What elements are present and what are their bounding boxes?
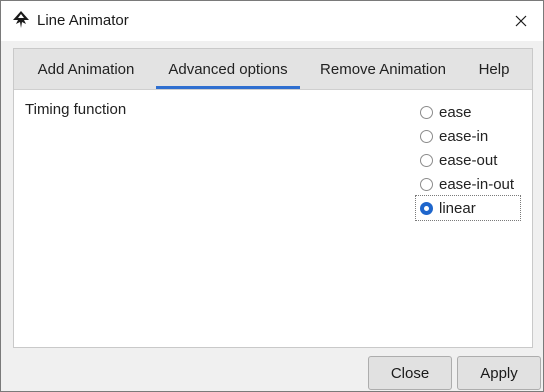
radio-circle — [420, 153, 433, 167]
apply-button[interactable]: Apply — [457, 356, 541, 390]
radio-label: ease-in — [439, 127, 489, 145]
dialog-window: Line Animator Add Animation Advanced opt… — [0, 0, 544, 392]
tab-add-animation[interactable]: Add Animation — [26, 49, 146, 89]
close-icon[interactable] — [499, 1, 543, 41]
radio-ease-in[interactable]: ease-in — [420, 125, 524, 147]
radio-ease[interactable]: ease — [420, 101, 524, 123]
inkscape-icon — [11, 10, 31, 30]
tab-advanced-options[interactable]: Advanced options — [156, 49, 300, 89]
timing-function-label: Timing function — [25, 101, 127, 118]
radio-circle — [420, 105, 433, 119]
radio-ease-in-out[interactable]: ease-in-out — [420, 173, 524, 195]
radio-circle — [420, 129, 433, 143]
radio-circle-checked — [420, 201, 433, 215]
radio-label: linear — [439, 199, 476, 217]
title-bar: Line Animator — [1, 1, 543, 41]
radio-label: ease — [439, 103, 472, 121]
window-title: Line Animator — [37, 12, 129, 29]
radio-circle — [420, 177, 433, 191]
close-button[interactable]: Close — [368, 356, 452, 390]
radio-ease-out[interactable]: ease-out — [420, 149, 524, 171]
tab-remove-animation[interactable]: Remove Animation — [310, 49, 456, 89]
tab-help[interactable]: Help — [466, 49, 522, 89]
radio-label: ease-in-out — [439, 175, 515, 193]
radio-label: ease-out — [439, 151, 498, 169]
radio-linear[interactable]: linear — [415, 195, 521, 221]
tab-panel: Add Animation Advanced options Remove An… — [13, 48, 533, 348]
tab-bar: Add Animation Advanced options Remove An… — [14, 49, 532, 90]
